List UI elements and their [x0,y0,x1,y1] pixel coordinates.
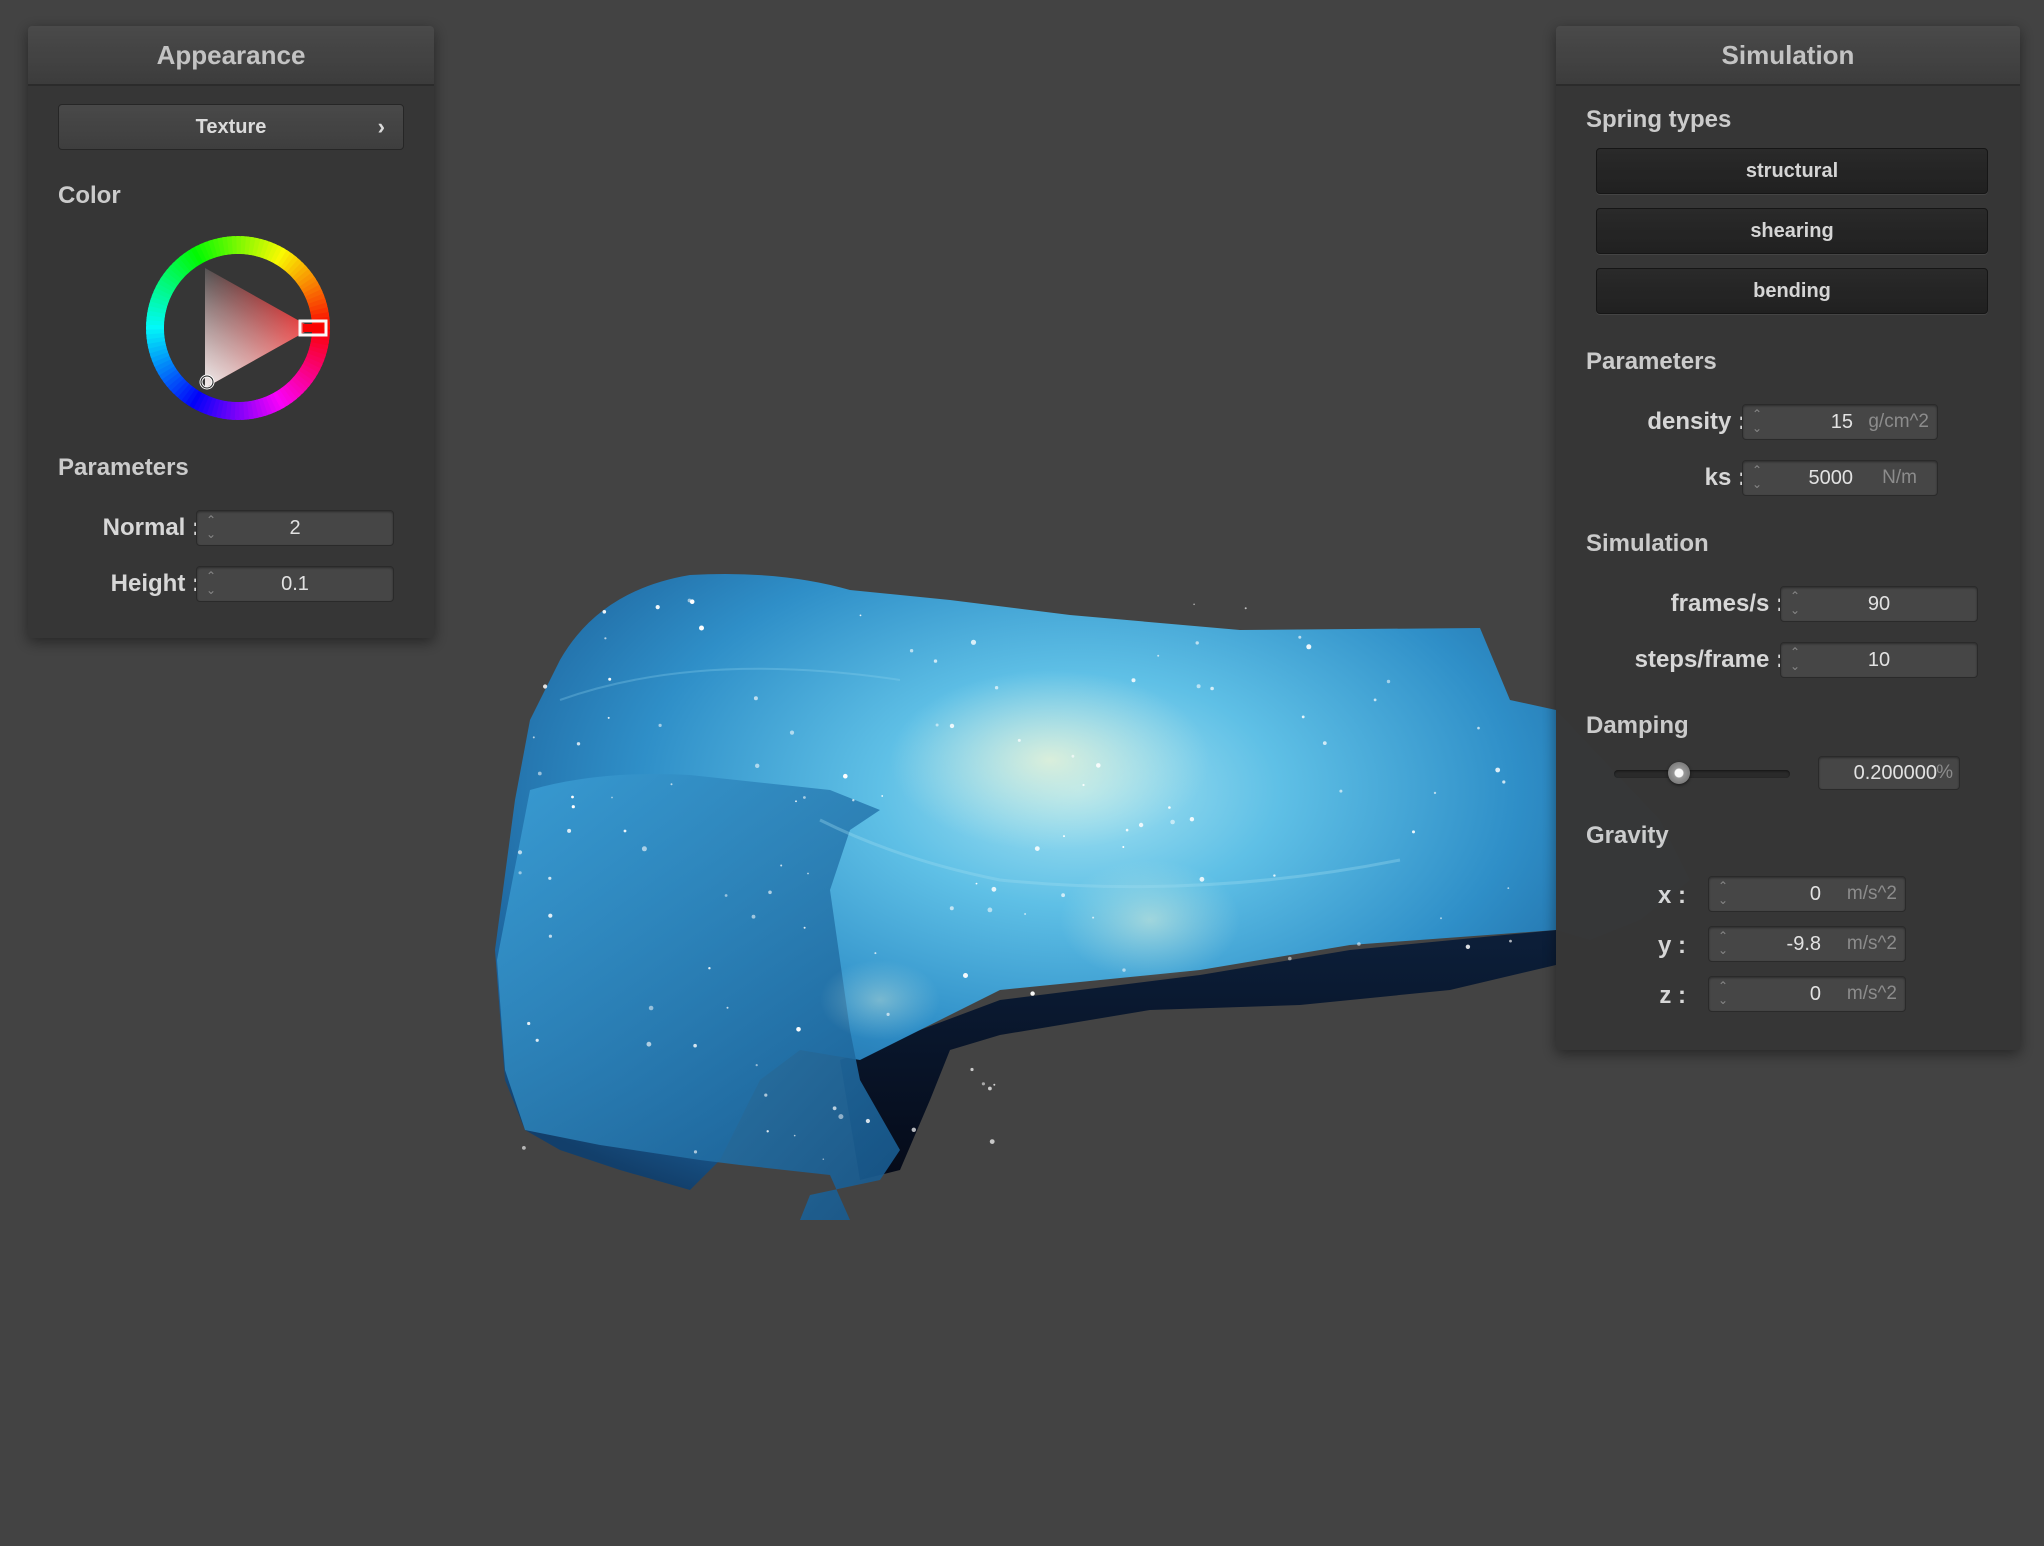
damping-label: Damping [1586,712,1689,739]
up-down-arrows-icon[interactable]: ⌃ ⌄ [1715,879,1731,909]
appearance-panel: Appearance Texture › Color Parameters No… [28,26,434,638]
density-label: density : [1647,408,1746,435]
texture-button[interactable]: Texture › [58,104,404,150]
structural-spring-button[interactable]: structural [1596,148,1988,194]
gravity-y-label: y : [1657,932,1686,959]
color-label: Color [58,182,121,209]
height-field[interactable]: ⌃ ⌄ 0.1 [196,566,394,602]
damping-slider-knob[interactable] [1668,762,1691,784]
up-down-arrows-icon[interactable]: ⌃ ⌄ [1749,463,1765,493]
color-wheel-icon[interactable] [142,232,334,424]
up-down-arrows-icon[interactable]: ⌃ ⌄ [1715,929,1731,959]
gravity-x-field[interactable]: ⌃ ⌄ 0 m/s^2 [1708,876,1906,912]
density-field[interactable]: ⌃ ⌄ 15 g/cm^2 [1742,404,1938,440]
appearance-panel-title[interactable]: Appearance [28,26,434,86]
gravity-y-field[interactable]: ⌃ ⌄ -9.8 m/s^2 [1708,926,1906,962]
frames-per-second-label: frames/s : [1670,590,1784,617]
bending-spring-button[interactable]: bending [1596,268,1988,314]
damping-slider[interactable] [1614,762,1790,784]
simulation-parameters-label: Parameters [1586,348,1717,375]
gravity-x-label: x : [1657,882,1686,909]
damping-slider-track [1614,770,1790,778]
simulation-section-label: Simulation [1586,530,1709,557]
steps-per-frame-field[interactable]: ⌃ ⌄ 10 [1780,642,1978,678]
gravity-z-label: z : [1659,982,1686,1009]
normal-label: Normal : [102,514,200,541]
normal-field[interactable]: ⌃ ⌄ 2 [196,510,394,546]
steps-per-frame-label: steps/frame : [1634,646,1784,673]
up-down-arrows-icon[interactable]: ⌃ ⌄ [1749,407,1765,437]
shearing-spring-button[interactable]: shearing [1596,208,1988,254]
up-down-arrows-icon[interactable]: ⌃ ⌄ [1715,979,1731,1009]
spring-types-label: Spring types [1586,106,1732,133]
simulation-panel-title[interactable]: Simulation [1556,26,2020,86]
frames-per-second-field[interactable]: ⌃ ⌄ 90 [1780,586,1978,622]
ks-field[interactable]: ⌃ ⌄ 5000 N/m [1742,460,1938,496]
ks-label: ks : [1704,464,1746,491]
gravity-z-field[interactable]: ⌃ ⌄ 0 m/s^2 [1708,976,1906,1012]
texture-button-label: Texture [195,116,267,138]
appearance-parameters-label: Parameters [58,454,189,481]
gravity-label: Gravity [1586,822,1669,849]
simulation-panel: Simulation Spring types structural shear… [1556,26,2020,1050]
damping-field[interactable]: 0.200000 % [1818,756,1960,790]
height-label: Height : [110,570,200,597]
chevron-right-icon: › [377,114,385,139]
